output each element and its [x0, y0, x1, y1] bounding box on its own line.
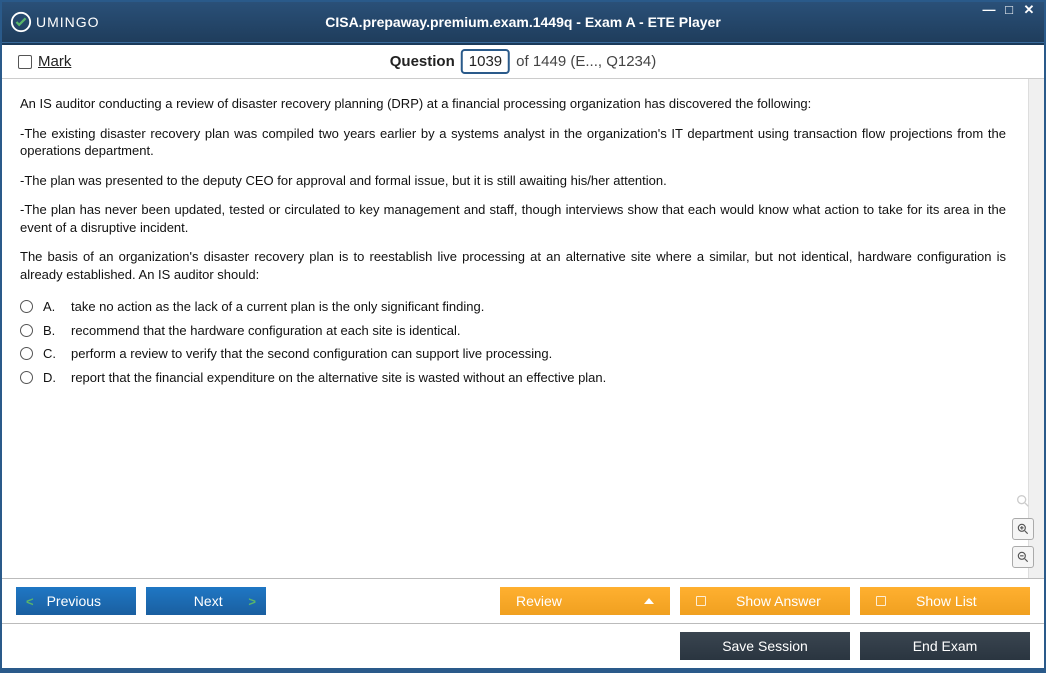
option-letter: B. [43, 322, 61, 340]
option-row[interactable]: D. report that the financial expenditure… [20, 366, 1006, 390]
nav-button-bar: < Previous Next > Review Show Answer Sho… [2, 578, 1044, 623]
search-icon[interactable] [1012, 490, 1034, 512]
question-counter: Question 1039 of 1449 (E..., Q1234) [390, 49, 656, 74]
question-para-4: The basis of an organization's disaster … [20, 248, 1006, 283]
show-list-button[interactable]: Show List [860, 587, 1030, 615]
option-text: recommend that the hardware configuratio… [71, 322, 461, 340]
option-text: take no action as the lack of a current … [71, 298, 484, 316]
radio-icon[interactable] [20, 300, 33, 313]
radio-icon[interactable] [20, 347, 33, 360]
chevron-right-icon: > [248, 594, 256, 609]
option-row[interactable]: B. recommend that the hardware configura… [20, 319, 1006, 343]
question-para-3: -The plan has never been updated, tested… [20, 201, 1006, 236]
show-answer-button[interactable]: Show Answer [680, 587, 850, 615]
square-icon [696, 596, 706, 606]
app-logo: UMINGO [10, 11, 100, 33]
logo-icon [10, 11, 32, 33]
mark-checkbox[interactable] [18, 55, 32, 69]
option-letter: D. [43, 369, 61, 387]
maximize-icon[interactable]: □ [1002, 4, 1016, 18]
button-label: Next [194, 593, 223, 609]
mark-label[interactable]: Mark [38, 53, 71, 70]
minimize-icon[interactable]: — [982, 4, 996, 18]
close-icon[interactable]: ✕ [1022, 4, 1036, 18]
button-label: Previous [47, 593, 101, 609]
button-label: Review [516, 593, 562, 609]
triangle-up-icon [644, 598, 654, 604]
zoom-in-icon[interactable] [1012, 518, 1034, 540]
titlebar: UMINGO CISA.prepaway.premium.exam.1449q … [2, 2, 1044, 42]
question-para-1: -The existing disaster recovery plan was… [20, 125, 1006, 160]
chevron-left-icon: < [26, 594, 34, 609]
option-row[interactable]: C. perform a review to verify that the s… [20, 342, 1006, 366]
question-content: An IS auditor conducting a review of dis… [2, 79, 1044, 578]
answer-options: A. take no action as the lack of a curre… [20, 295, 1006, 389]
radio-icon[interactable] [20, 324, 33, 337]
end-exam-button[interactable]: End Exam [860, 632, 1030, 660]
zoom-controls [1012, 490, 1034, 568]
bottom-button-bar: Save Session End Exam [2, 623, 1044, 668]
option-letter: C. [43, 345, 61, 363]
option-text: report that the financial expenditure on… [71, 369, 606, 387]
question-number-input[interactable]: 1039 [461, 49, 510, 74]
window-controls: — □ ✕ [982, 2, 1036, 42]
option-text: perform a review to verify that the seco… [71, 345, 552, 363]
button-label: Show Answer [736, 593, 821, 609]
question-header: Mark Question 1039 of 1449 (E..., Q1234) [2, 45, 1044, 79]
button-label: Save Session [722, 638, 808, 654]
square-icon [876, 596, 886, 606]
question-para-2: -The plan was presented to the deputy CE… [20, 172, 1006, 190]
zoom-out-icon[interactable] [1012, 546, 1034, 568]
question-word: Question [390, 53, 455, 70]
review-button[interactable]: Review [500, 587, 670, 615]
logo-text: UMINGO [36, 14, 100, 30]
radio-icon[interactable] [20, 371, 33, 384]
previous-button[interactable]: < Previous [16, 587, 136, 615]
save-session-button[interactable]: Save Session [680, 632, 850, 660]
next-button[interactable]: Next > [146, 587, 266, 615]
option-letter: A. [43, 298, 61, 316]
window-title: CISA.prepaway.premium.exam.1449q - Exam … [325, 14, 721, 30]
question-intro: An IS auditor conducting a review of dis… [20, 95, 1006, 113]
button-label: End Exam [913, 638, 978, 654]
question-total: of 1449 (E..., Q1234) [516, 53, 656, 70]
button-label: Show List [916, 593, 977, 609]
option-row[interactable]: A. take no action as the lack of a curre… [20, 295, 1006, 319]
